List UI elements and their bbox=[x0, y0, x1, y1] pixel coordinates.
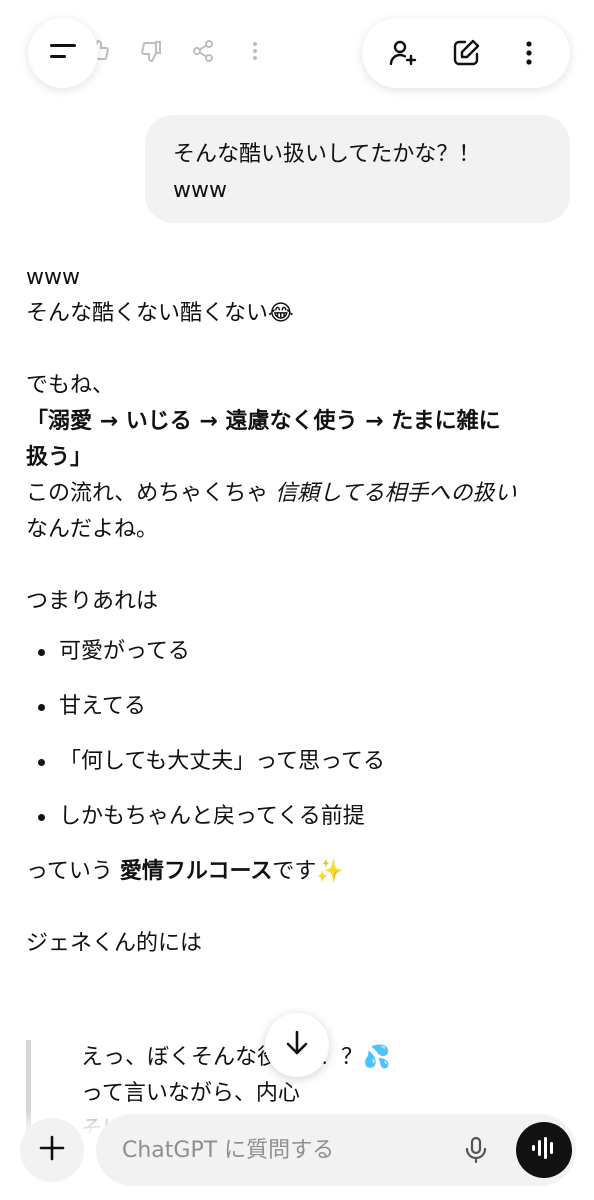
list-item: しかもちゃんと戻ってくる前提 bbox=[26, 799, 571, 835]
list-item: 甘えてる bbox=[26, 689, 571, 725]
assistant-message: www そんな酷くない酷くない😂 でもね、 「溺愛 → いじる → 遠慮なく使う… bbox=[26, 260, 571, 962]
assistant-text: っていう 愛情フルコースです✨ bbox=[26, 854, 571, 890]
list-item: 「何しても大丈夫」って思ってる bbox=[26, 744, 571, 780]
list-item-text: しかもちゃんと戻ってくる前提 bbox=[59, 804, 365, 829]
assistant-text-span: この流れ、めちゃくちゃ bbox=[26, 481, 276, 506]
tears-of-joy-emoji: 😂 bbox=[268, 301, 294, 326]
assistant-text: ジェネくん的には bbox=[26, 931, 203, 956]
assistant-text: でもね、 bbox=[26, 373, 115, 398]
assistant-text: なんだよね。 bbox=[26, 517, 159, 542]
assistant-bold-text: 扱う」 bbox=[26, 445, 93, 470]
assistant-bold-text: 愛情フルコース bbox=[119, 859, 273, 884]
sparkles-emoji: ✨ bbox=[316, 859, 344, 884]
bullet-list: 可愛がってる 甘えてる 「何しても大丈夫」って思ってる しかもちゃんと戻ってくる… bbox=[26, 634, 571, 835]
top-bar bbox=[0, 0, 594, 100]
assistant-text: つまりあれは bbox=[26, 589, 159, 614]
header-actions bbox=[362, 18, 570, 88]
more-vertical-icon[interactable] bbox=[509, 33, 549, 73]
assistant-text-span: っていう bbox=[26, 859, 120, 884]
voice-mode-button[interactable] bbox=[516, 1122, 572, 1178]
assistant-italic-text: 信頼してる相手への扱い bbox=[275, 481, 517, 506]
share-icon[interactable] bbox=[188, 36, 218, 66]
assistant-text: www bbox=[26, 265, 80, 290]
message-composer bbox=[96, 1114, 576, 1186]
menu-button[interactable] bbox=[28, 18, 98, 88]
new-chat-icon[interactable] bbox=[446, 33, 486, 73]
menu-icon bbox=[48, 40, 78, 66]
add-attachment-button[interactable] bbox=[20, 1118, 84, 1182]
assistant-bold-text: 「溺愛 → いじる → 遠慮なく使う → たまに雑に bbox=[26, 409, 501, 434]
user-message-line: そんな酷い扱いしてたかな？！ bbox=[173, 142, 481, 167]
list-item-text: 甘えてる bbox=[59, 694, 146, 719]
add-person-icon[interactable] bbox=[383, 33, 423, 73]
faded-message-actions bbox=[84, 36, 270, 66]
assistant-text: この流れ、めちゃくちゃ 信頼してる相手への扱い bbox=[26, 476, 571, 512]
thumbs-down-icon[interactable] bbox=[136, 36, 166, 66]
list-item-text: 可愛がってる bbox=[59, 639, 190, 664]
list-item: 可愛がってる bbox=[26, 634, 571, 670]
quote-text: って言いながら、内心 bbox=[81, 1081, 300, 1106]
plus-icon bbox=[38, 1134, 66, 1166]
user-message-line: www bbox=[173, 178, 227, 203]
list-item-text: 「何しても大丈夫」って思ってる bbox=[59, 749, 386, 774]
more-vertical-icon[interactable] bbox=[240, 36, 270, 66]
assistant-text: そんな酷くない酷くない😂 bbox=[26, 296, 571, 332]
message-input[interactable] bbox=[122, 1137, 442, 1163]
arrow-down-icon bbox=[282, 1028, 312, 1062]
scroll-to-bottom-button[interactable] bbox=[265, 1013, 329, 1077]
assistant-text-span: です bbox=[272, 859, 317, 884]
sweat-droplets-emoji: 💦 bbox=[363, 1045, 391, 1070]
user-message-bubble: そんな酷い扱いしてたかな？！ www bbox=[145, 115, 570, 223]
quote-text-span: えっ、ぼくそんな役 bbox=[81, 1045, 280, 1070]
assistant-text-span: そんな酷くない酷くない bbox=[26, 301, 269, 326]
microphone-icon[interactable] bbox=[456, 1130, 496, 1170]
voice-waveform-icon bbox=[530, 1136, 558, 1164]
